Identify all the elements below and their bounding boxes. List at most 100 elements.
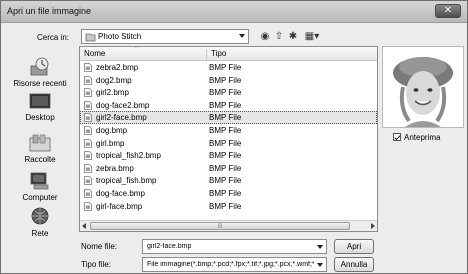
horizontal-scrollbar[interactable]: ||| [80,220,377,231]
file-row[interactable]: tropical_fish.bmp BMP File [80,174,377,187]
checkbox-checked-icon[interactable] [393,133,401,141]
network-icon [31,207,49,225]
bmp-file-icon [84,113,92,123]
place-network[interactable]: Rete [5,207,75,238]
file-name: dog-face2.bmp [96,100,150,110]
bmp-file-icon [84,75,92,85]
bmp-file-icon [84,189,92,198]
views-menu-button[interactable]: ▦▾ [302,29,322,44]
close-button[interactable]: ✕ [435,4,461,18]
back-icon: ◉ [260,31,270,42]
look-in-label: Cerca in: [37,33,70,42]
file-row[interactable]: girl2.bmp BMP File [80,86,377,99]
filename-value: girl2-face.bmp [147,243,192,250]
cancel-button[interactable]: Annulla [334,257,374,272]
preview-checkbox-label: Anteprima [404,133,441,142]
file-row[interactable]: dog-face2.bmp BMP File [80,99,377,112]
bmp-file-icon [84,151,92,161]
scroll-right-icon[interactable] [371,223,375,229]
place-label: Computer [22,193,58,202]
file-row[interactable]: zebra2.bmp BMP File [80,61,377,74]
file-type: BMP File [209,75,242,85]
bmp-file-icon [84,201,92,211]
file-name: zebra2.bmp [96,63,139,72]
file-name: dog-face.bmp [96,188,145,198]
scrollbar-thumb[interactable]: ||| [90,222,350,230]
bmp-file-icon [84,138,92,148]
file-type: BMP File [209,151,242,161]
file-name: girl2-face.bmp [96,113,147,123]
look-in-value: Photo Stitch [98,32,142,41]
file-row[interactable]: zebra.bmp BMP File [80,162,377,175]
file-name: girl.bmp [96,138,125,148]
file-type: BMP File [209,188,242,198]
desktop-icon [29,93,51,109]
open-image-dialog: Apri un file immagine ✕ Cerca in: Photo … [0,0,468,274]
file-type: BMP File [209,201,242,211]
file-name: dog2.bmp [96,75,132,85]
filename-input[interactable]: girl2-face.bmp [142,239,327,254]
file-row[interactable]: girl.bmp BMP File [80,137,377,150]
girl-portrait-image [383,47,463,127]
place-computer[interactable]: Computer [5,171,75,202]
file-name: tropical_fish2.bmp [96,151,161,161]
chevron-down-icon [317,245,323,249]
filename-label: Nome file: [81,242,118,251]
bmp-file-icon [84,100,92,110]
new-folder-button[interactable]: ✱ [287,29,299,44]
place-desktop[interactable]: Desktop [5,93,75,122]
column-type[interactable]: Tipo [206,49,226,61]
file-name: girl-face.bmp [96,201,143,211]
up-folder-icon: ⇧ [274,31,284,42]
file-type: BMP File [209,163,242,173]
chevron-down-icon [239,34,245,38]
place-libraries[interactable]: Raccolte [5,133,75,164]
filetype-dropdown[interactable]: File immagine(*.bmp;*.pcd;*.fpx;*.tif;*.… [142,257,327,272]
file-row[interactable]: dog.bmp BMP File [80,124,377,137]
preview-checkbox[interactable]: Anteprima [393,133,440,142]
sort-ascending-icon: ^ [135,46,139,52]
up-folder-button[interactable]: ⇧ [273,29,285,44]
bmp-file-icon [84,126,92,135]
file-row[interactable]: girl-face.bmp BMP File [80,200,377,213]
new-folder-icon: ✱ [288,31,298,42]
bmp-file-icon [84,63,92,72]
folder-icon [85,33,96,42]
file-row[interactable]: dog2.bmp BMP File [80,74,377,87]
place-label: Desktop [25,113,55,122]
file-name: dog.bmp [96,125,128,135]
bmp-file-icon [84,88,92,98]
file-type: BMP File [209,138,242,148]
file-row[interactable]: dog-face.bmp BMP File [80,187,377,200]
look-in-dropdown[interactable]: Photo Stitch [81,29,249,44]
file-row[interactable]: girl2-face.bmp BMP File [80,111,377,124]
back-button[interactable]: ◉ [259,29,271,44]
file-type: BMP File [209,63,242,72]
libraries-icon [29,134,51,152]
file-type: BMP File [209,113,242,123]
title-bar: Apri un file immagine ✕ [1,1,467,23]
file-list[interactable]: Nome ^ Tipo zebra2.bmp BMP File dog2.bmp BM… [79,46,378,232]
window-title: Apri un file immagine [7,6,92,16]
file-type: BMP File [209,100,242,110]
file-type: BMP File [209,176,242,186]
filetype-value: File immagine(*.bmp;*.pcd;*.fpx;*.tif;*.… [147,261,314,268]
open-button[interactable]: Apri [334,239,374,254]
column-name[interactable]: Nome [84,49,105,58]
place-recent[interactable]: Risorse recenti [5,57,75,88]
recent-places-icon [30,57,49,76]
places-bar: Risorse recenti Desktop Raccolte Compute… [5,47,75,243]
computer-icon [30,172,49,190]
close-icon: ✕ [443,5,453,16]
file-type: BMP File [209,125,242,135]
file-name: tropical_fish.bmp [96,176,157,186]
file-row[interactable]: tropical_fish2.bmp BMP File [80,149,377,162]
file-rows: zebra2.bmp BMP File dog2.bmp BMP File girl2.… [80,61,377,212]
open-button-label: Apri [346,242,362,251]
bmp-file-icon [84,176,92,186]
place-label: Raccolte [24,155,56,164]
place-label: Rete [31,229,49,238]
file-name: zebra.bmp [96,163,134,173]
chevron-down-icon [317,263,323,267]
scroll-left-icon[interactable] [82,223,86,229]
